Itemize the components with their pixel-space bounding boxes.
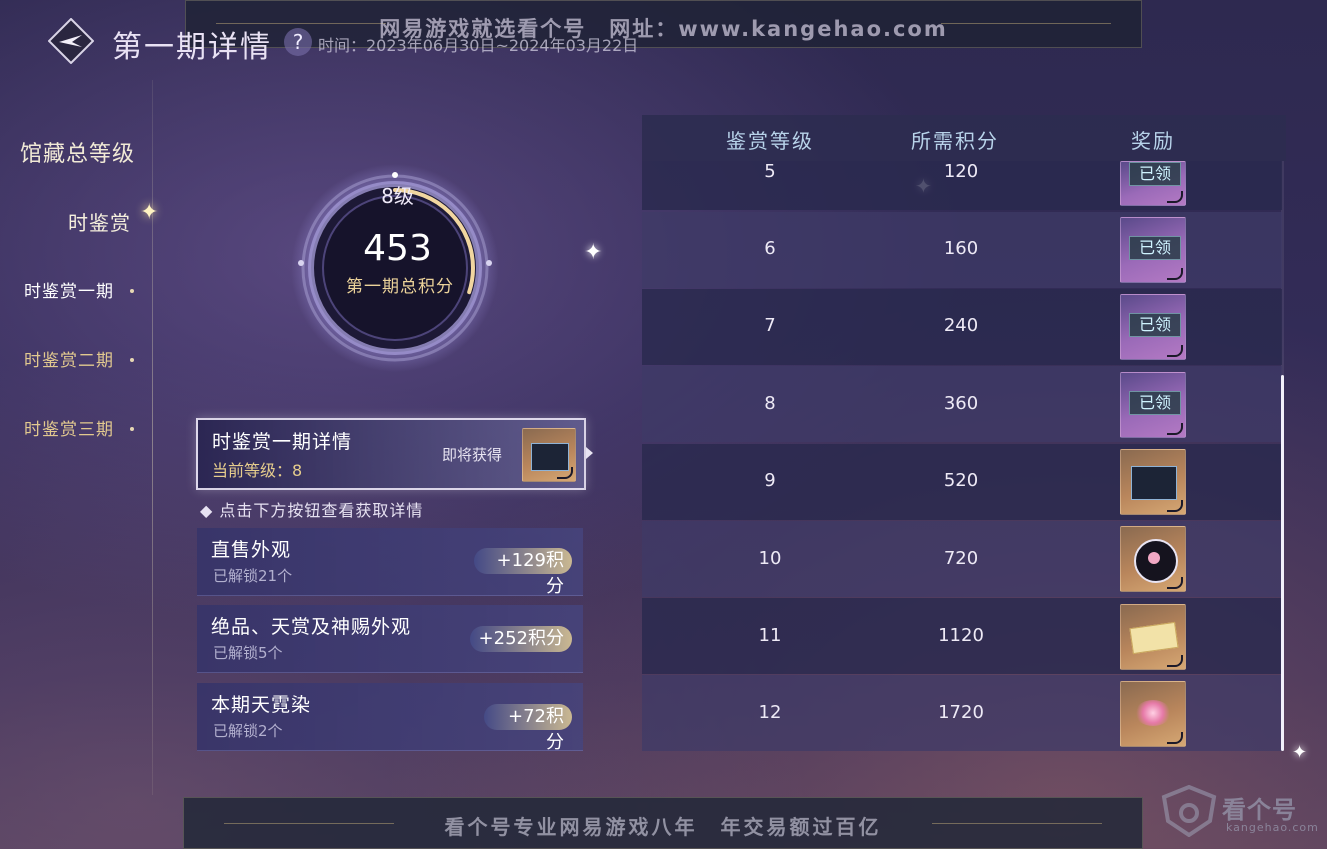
nav-bullet-icon xyxy=(130,358,134,362)
row-level: 10 xyxy=(758,548,782,569)
detail-current-level: 当前等级：8 xyxy=(212,461,303,480)
row-points: 1720 xyxy=(938,702,984,723)
pink-glow-icon[interactable] xyxy=(1120,681,1186,747)
row-points: 520 xyxy=(943,470,979,491)
reward-claimed-icon[interactable]: 已领 xyxy=(1120,161,1186,206)
row-level: 9 xyxy=(764,470,776,491)
scroll-icon[interactable] xyxy=(1120,604,1186,670)
row-points: 120 xyxy=(943,161,979,182)
row-level: 8 xyxy=(764,393,776,414)
nav-divider xyxy=(152,80,153,795)
sparkle-icon: ✦ xyxy=(1292,742,1308,763)
page-title: 第一期详情 xyxy=(112,30,272,65)
flower-orb-icon[interactable] xyxy=(1120,526,1186,592)
row-level: 6 xyxy=(764,238,776,259)
source-points-badge: +129积分 xyxy=(474,548,572,597)
source-points-badge: +72积分 xyxy=(484,704,572,753)
brand-watermark-url: kangehao.com xyxy=(1226,821,1319,834)
nav-item-total-level[interactable]: 馆藏总等级 xyxy=(20,136,135,168)
sparkle-icon: ✦ xyxy=(584,240,603,265)
table-scrollbar-thumb[interactable] xyxy=(1281,375,1284,751)
ring-score-caption: 第一期总积分 xyxy=(346,277,454,297)
nav-item-period-2[interactable]: 时鉴赏二期 xyxy=(24,346,114,371)
back-logo-icon[interactable] xyxy=(47,17,95,65)
bottom-watermark-banner: 看个号专业网易游戏八年 年交易额过百亿 xyxy=(183,797,1143,849)
hint-text: ◆ 点击下方按钮查看获取详情 xyxy=(200,501,424,520)
nav-group-shijianshang[interactable]: 时鉴赏 xyxy=(68,207,131,236)
row-points: 1120 xyxy=(938,625,984,646)
reward-claimed-icon[interactable]: 已领 xyxy=(1120,372,1186,438)
source-unlocked-count: 已解锁2个 xyxy=(213,722,283,740)
claimed-tag: 已领 xyxy=(1129,236,1181,260)
detail-title: 时鉴赏一期详情 xyxy=(212,431,353,453)
reward-claimed-icon[interactable]: 已领 xyxy=(1120,294,1186,360)
detail-arrow-icon xyxy=(586,447,593,459)
claimed-tag: 已领 xyxy=(1129,391,1181,415)
claimed-tag: 已领 xyxy=(1129,162,1181,186)
nav-bullet-icon xyxy=(130,427,134,431)
column-header-points: 所需积分 xyxy=(911,129,999,153)
row-points: 720 xyxy=(943,548,979,569)
nav-bullet-icon xyxy=(130,289,134,293)
period-text: 时间：2023年06月30日~2024年03月22日 xyxy=(318,36,639,55)
row-level: 5 xyxy=(764,161,776,182)
source-title: 绝品、天赏及神赐外观 xyxy=(211,616,412,638)
sparkle-star-icon: ✦ xyxy=(140,200,159,225)
frame-icon[interactable] xyxy=(1120,449,1186,515)
row-level: 12 xyxy=(758,702,782,723)
source-unlocked-count: 已解锁5个 xyxy=(213,644,283,662)
detail-coming-label: 即将获得 xyxy=(442,446,503,464)
row-level: 11 xyxy=(758,625,782,646)
reward-claimed-icon[interactable]: 已领 xyxy=(1120,217,1186,283)
source-title: 本期天霓染 xyxy=(211,694,312,716)
row-level: 7 xyxy=(764,315,776,336)
help-icon[interactable]: ? xyxy=(284,28,312,56)
claimed-tag: 已领 xyxy=(1129,313,1181,337)
column-header-level: 鉴赏等级 xyxy=(726,129,814,153)
column-header-reward: 奖励 xyxy=(1131,129,1175,153)
source-points-badge: +252积分 xyxy=(470,626,572,652)
nav-item-period-3[interactable]: 时鉴赏三期 xyxy=(24,415,114,440)
source-title: 直售外观 xyxy=(211,539,292,561)
ring-level-label: 8级 xyxy=(381,184,414,208)
row-points: 240 xyxy=(943,315,979,336)
bottom-watermark-text: 看个号专业网易游戏八年 年交易额过百亿 xyxy=(444,815,882,839)
frame-icon[interactable] xyxy=(522,428,576,482)
row-points: 160 xyxy=(943,238,979,259)
nav-item-period-1[interactable]: 时鉴赏一期 xyxy=(24,277,114,302)
source-unlocked-count: 已解锁21个 xyxy=(213,567,293,585)
brand-shield-icon xyxy=(1160,784,1218,838)
ring-score-value: 453 xyxy=(363,228,432,269)
row-points: 360 xyxy=(943,393,979,414)
brand-watermark-text: 看个号 xyxy=(1222,796,1297,824)
